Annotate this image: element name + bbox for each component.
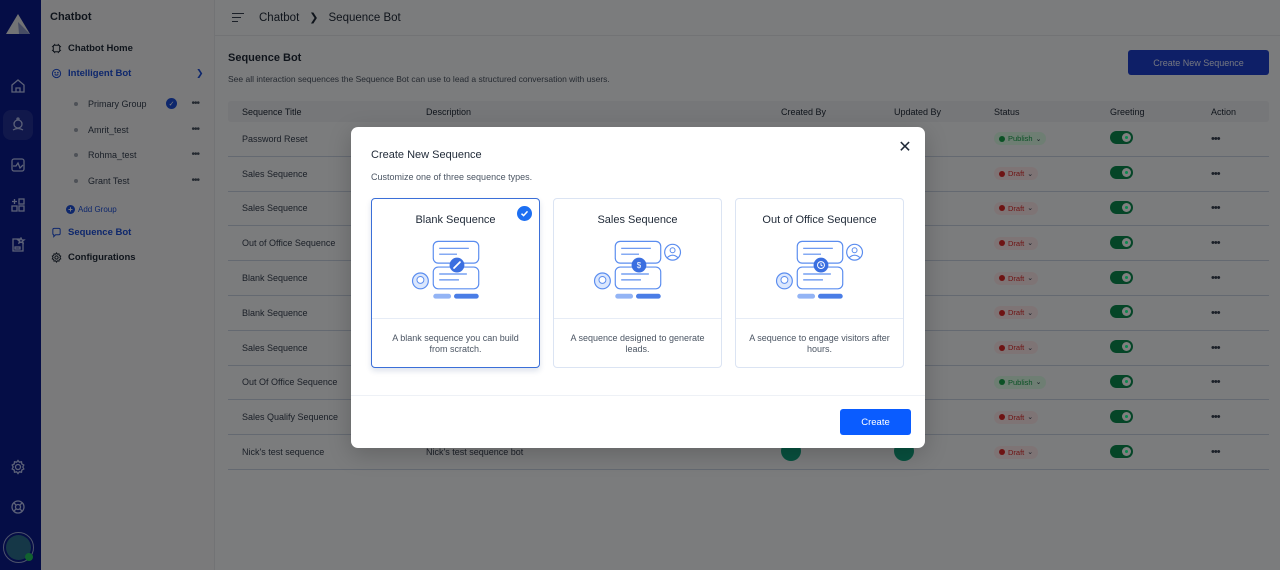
blank-sequence-illustration [411, 240, 480, 299]
modal-footer-divider [351, 395, 925, 396]
modal-subtitle: Customize one of three sequence types. [371, 172, 533, 182]
card-title: Sales Sequence [597, 214, 678, 226]
out-of-office-sequence-illustration [775, 240, 864, 299]
card-divider [554, 318, 721, 319]
card-description: A sequence to engage visitors after hour… [749, 333, 890, 354]
modal-title: Create New Sequence [371, 149, 482, 161]
card-description: A blank sequence you can build from scra… [392, 333, 519, 354]
card-description: A sequence designed to generate leads. [570, 333, 705, 354]
create-button[interactable]: Create [840, 409, 911, 435]
card-title: Out of Office Sequence [762, 214, 877, 226]
bar-shape [636, 293, 661, 299]
bot-face-shape [416, 275, 425, 284]
card-title: Blank Sequence [415, 214, 496, 226]
sales-sequence-illustration: $ [593, 240, 682, 299]
bar-shape [615, 293, 634, 299]
sequence-type-card-out-of-office[interactable]: Out of Office Sequence A sequence to eng… [735, 198, 904, 368]
bar-shape [454, 293, 479, 299]
create-sequence-modal: Create New Sequence Customize one of thr… [351, 127, 925, 448]
card-divider [372, 318, 539, 319]
bar-shape [433, 293, 452, 299]
close-icon[interactable]: ✕ [897, 140, 913, 156]
bot-face-shape [598, 275, 607, 284]
bar-shape [818, 293, 843, 299]
dollar-icon: $ [637, 261, 642, 270]
bot-face-shape [780, 275, 789, 284]
bar-shape [797, 293, 816, 299]
card-divider [736, 318, 903, 319]
sequence-type-card-blank[interactable]: Blank Sequence A blank sequence you can … [371, 198, 540, 368]
sequence-type-card-sales[interactable]: Sales Sequence $ A sequence designed to … [553, 198, 722, 368]
